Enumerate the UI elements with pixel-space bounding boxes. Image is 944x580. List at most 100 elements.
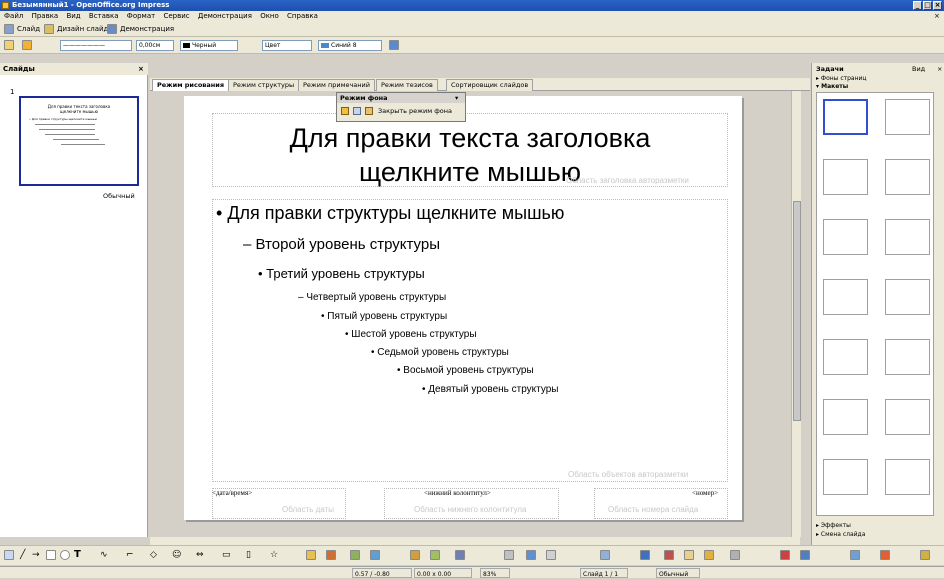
arrow-tool-icon[interactable]: →: [32, 550, 42, 560]
tab-notes[interactable]: Режим примечаний: [298, 79, 375, 91]
new-master-icon[interactable]: [341, 107, 349, 115]
background-mode-header[interactable]: Режим фона ▾: [337, 93, 465, 103]
undo-icon[interactable]: [546, 550, 556, 560]
ellipse-tool-icon[interactable]: [60, 550, 70, 560]
outline-level-8[interactable]: • Восьмой уровень структуры: [397, 365, 534, 376]
close-button[interactable]: ×: [933, 1, 942, 10]
outline-level-3[interactable]: • Третий уровень структуры: [258, 266, 425, 281]
vertical-scrollbar[interactable]: [791, 91, 801, 537]
flowchart-icon[interactable]: ▭: [222, 550, 232, 560]
shadow-icon[interactable]: [389, 40, 399, 50]
menu-window[interactable]: Окно: [260, 12, 279, 20]
align-icon[interactable]: [430, 550, 440, 560]
paste-icon[interactable]: [704, 550, 714, 560]
layout-title-text-chart[interactable]: [885, 339, 930, 375]
area-color-select[interactable]: Синий 8: [318, 40, 382, 51]
section-master-pages[interactable]: ▸ Фоны страниц: [816, 75, 867, 82]
zoom-icon[interactable]: [850, 550, 860, 560]
layout-title-only[interactable]: [885, 99, 930, 135]
outline-level-9[interactable]: • Девятый уровень структуры: [422, 384, 559, 395]
presentation-button[interactable]: Демонстрация: [120, 24, 174, 35]
slide-thumbnail[interactable]: Для правки текста заголовка щелкните мыш…: [19, 96, 139, 186]
layout-title-chart-text[interactable]: [885, 399, 930, 435]
tab-handout[interactable]: Режим тезисов: [376, 79, 438, 91]
chart-icon[interactable]: [780, 550, 790, 560]
status-zoom[interactable]: 83%: [480, 568, 510, 578]
outline-level-4[interactable]: – Четвертый уровень структуры: [298, 292, 446, 303]
layout-title-content[interactable]: [823, 159, 868, 195]
tab-drawing[interactable]: Режим рисования: [152, 79, 230, 91]
line-color-select[interactable]: Черный: [180, 40, 238, 51]
image-insert-icon[interactable]: [350, 550, 360, 560]
save-icon[interactable]: [526, 550, 536, 560]
select-icon[interactable]: [4, 550, 14, 560]
horizontal-scrollbar[interactable]: [150, 537, 800, 545]
tasks-view-menu[interactable]: Вид: [912, 65, 925, 73]
section-slide-transition[interactable]: ▸ Смена слайда: [816, 531, 865, 538]
area-style-select[interactable]: Цвет: [262, 40, 312, 51]
layout-title-centered[interactable]: [823, 219, 868, 255]
layout-title-object[interactable]: [823, 459, 868, 495]
slide-design-button[interactable]: Дизайн слайда: [57, 24, 113, 35]
layout-title-only-2[interactable]: [885, 219, 930, 255]
stars-icon[interactable]: ☆: [270, 550, 280, 560]
basic-shapes-icon[interactable]: ◇: [150, 550, 160, 560]
cut-icon[interactable]: [664, 550, 674, 560]
table-icon[interactable]: [800, 550, 810, 560]
menu-insert[interactable]: Вставка: [89, 12, 119, 20]
line-style-select[interactable]: ———————: [60, 40, 132, 51]
menu-tools[interactable]: Сервис: [163, 12, 189, 20]
menu-edit[interactable]: Правка: [32, 12, 59, 20]
text-tool-icon[interactable]: T: [74, 550, 84, 560]
rectangle-tool-icon[interactable]: [46, 550, 56, 560]
layout-title-text-image[interactable]: [823, 399, 868, 435]
navigator-icon[interactable]: [880, 550, 890, 560]
layout-title-chart[interactable]: [823, 279, 868, 315]
tab-outline[interactable]: Режим структуры: [228, 79, 300, 91]
menu-format[interactable]: Формат: [127, 12, 155, 20]
layout-title-two-content[interactable]: [885, 159, 930, 195]
menu-file[interactable]: Файл: [4, 12, 23, 20]
points-icon[interactable]: [306, 550, 316, 560]
arrange-icon[interactable]: [455, 550, 465, 560]
fill-color-icon[interactable]: [504, 550, 514, 560]
symbol-shapes-icon[interactable]: ☺: [172, 550, 182, 560]
block-arrows-icon[interactable]: ⇔: [196, 550, 206, 560]
layout-title-text-object[interactable]: [885, 459, 930, 495]
outline-level-7[interactable]: • Седьмой уровень структуры: [371, 347, 509, 358]
minimize-button[interactable]: _: [913, 1, 922, 10]
extrusion-icon[interactable]: [370, 550, 380, 560]
styles-icon[interactable]: [4, 40, 14, 50]
rotate-icon[interactable]: [410, 550, 420, 560]
outline-level-6[interactable]: • Шестой уровень структуры: [345, 329, 477, 340]
curve-tool-icon[interactable]: ∿: [100, 550, 110, 560]
vertical-scroll-thumb[interactable]: [793, 201, 801, 421]
spellcheck-icon[interactable]: [640, 550, 650, 560]
doc-close-icon[interactable]: ×: [934, 11, 940, 22]
tasks-close-icon[interactable]: ×: [937, 65, 942, 73]
help-icon[interactable]: [920, 550, 930, 560]
line-tool-icon[interactable]: ╱: [20, 550, 30, 560]
callouts-icon[interactable]: ▯: [246, 550, 256, 560]
layout-title-table[interactable]: [885, 279, 930, 315]
chevron-down-icon[interactable]: ▾: [455, 93, 458, 103]
menu-help[interactable]: Справка: [287, 12, 318, 20]
slides-panel-close-icon[interactable]: ×: [138, 63, 144, 75]
fontwork-icon[interactable]: [326, 550, 336, 560]
menu-slideshow[interactable]: Демонстрация: [198, 12, 252, 20]
connector-tool-icon[interactable]: ⌐: [126, 550, 136, 560]
menu-view[interactable]: Вид: [66, 12, 80, 20]
section-layouts[interactable]: ▾ Макеты: [816, 83, 848, 90]
copy-icon[interactable]: [684, 550, 694, 560]
rename-master-icon[interactable]: [353, 107, 361, 115]
line-width-field[interactable]: 0,00см: [136, 40, 174, 51]
line-icon[interactable]: [22, 40, 32, 50]
layout-title-image-text[interactable]: [823, 339, 868, 375]
maximize-button[interactable]: □: [923, 1, 932, 10]
print-icon[interactable]: [600, 550, 610, 560]
delete-master-icon[interactable]: [365, 107, 373, 115]
close-background-mode-button[interactable]: Закрыть режим фона: [378, 107, 452, 116]
layout-blank[interactable]: [823, 99, 868, 135]
tab-slide-sorter[interactable]: Сортировщик слайдов: [446, 79, 534, 91]
slide-button[interactable]: Слайд: [17, 24, 40, 35]
